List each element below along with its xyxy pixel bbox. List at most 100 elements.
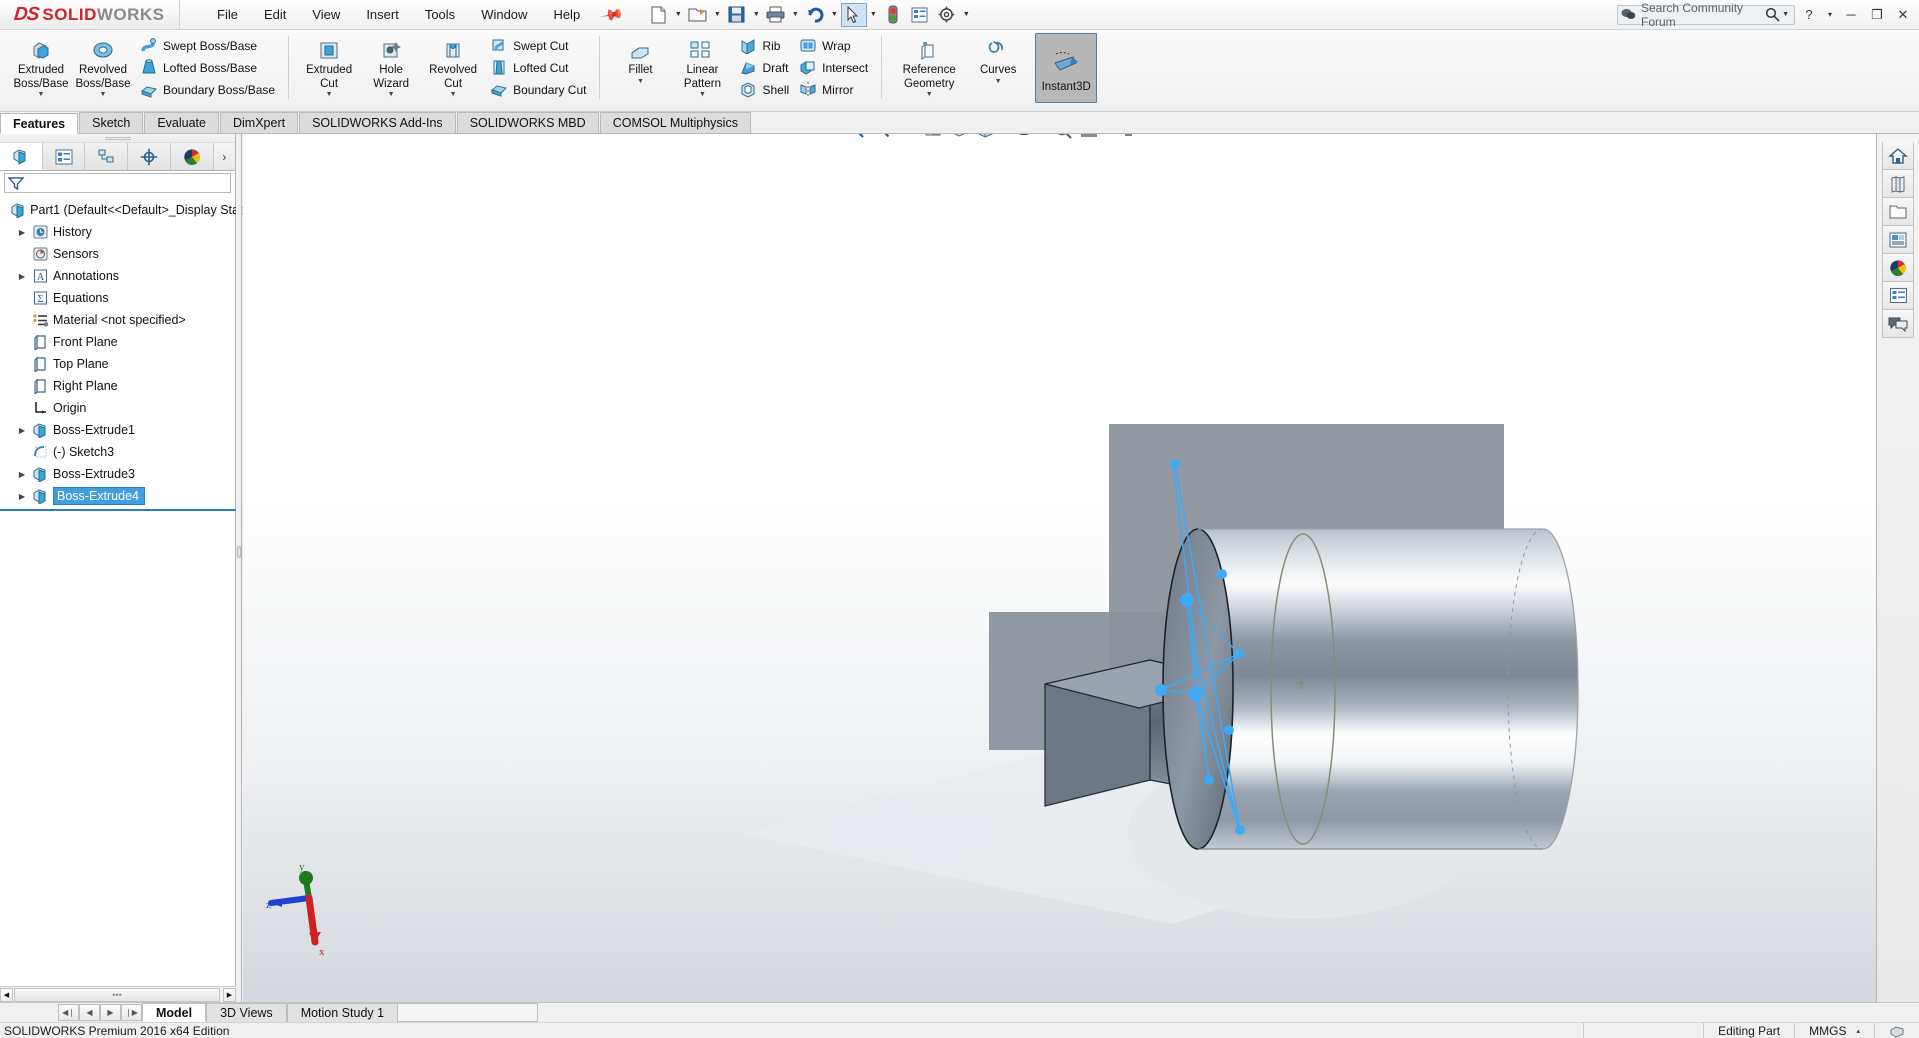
- traffic-light-icon[interactable]: [880, 3, 906, 27]
- tree-item-origin[interactable]: ▶ Origin: [0, 397, 235, 419]
- panel-splitter[interactable]: [236, 134, 242, 1002]
- tab-sketch[interactable]: Sketch: [79, 112, 144, 133]
- hide-show-eye-icon[interactable]: [1012, 134, 1036, 141]
- zoom-fit-icon[interactable]: [843, 134, 867, 141]
- restore-icon[interactable]: ❐: [1865, 4, 1889, 26]
- prev-tab-button[interactable]: ◀: [79, 1004, 100, 1021]
- next-tab-button[interactable]: ▶: [100, 1004, 121, 1021]
- expand-arrow[interactable]: ▶: [14, 272, 30, 281]
- undo-caret[interactable]: ▼: [829, 3, 840, 27]
- reference-geometry-button[interactable]: Reference Geometry: [891, 33, 967, 90]
- feature-tree-hscrollbar[interactable]: ◀ ••• ▶: [0, 986, 236, 1002]
- menu-item-window[interactable]: Window: [468, 3, 540, 26]
- options-caret[interactable]: ▼: [961, 3, 972, 27]
- fillet-caret[interactable]: ▼: [609, 78, 671, 85]
- menu-item-view[interactable]: View: [299, 3, 353, 26]
- open-folder-icon[interactable]: [685, 3, 711, 27]
- tree-item-sketch3[interactable]: ▶ (-) Sketch3: [0, 441, 235, 463]
- rollback-bar[interactable]: [0, 509, 236, 511]
- select-caret[interactable]: ▼: [868, 3, 879, 27]
- curves-button[interactable]: Curves: [967, 33, 1029, 77]
- tree-item-front-plane[interactable]: ▶ Front Plane: [0, 331, 235, 353]
- cursor-arrow-icon[interactable]: [840, 2, 867, 27]
- appearance-brush-icon[interactable]: [1051, 134, 1075, 141]
- configuration-manager-tab[interactable]: [85, 143, 129, 170]
- menu-item-insert[interactable]: Insert: [353, 3, 412, 26]
- view-orientation-icon[interactable]: [947, 134, 971, 141]
- tree-item-part1[interactable]: ▶ Part1 (Default<<Default>_Display State: [0, 199, 249, 221]
- search-input[interactable]: Search Community Forum: [1641, 1, 1765, 29]
- bottom-tab-motion-study-1[interactable]: Motion Study 1: [286, 1003, 399, 1022]
- tree-item-sensors[interactable]: ▶ Sensors: [0, 243, 235, 265]
- lofted-boss-base-button[interactable]: Lofted Boss/Base: [134, 57, 279, 78]
- lofted-cut-button[interactable]: Lofted Cut: [484, 57, 590, 78]
- reference-geometry-caret[interactable]: ▼: [891, 91, 967, 98]
- extruded-boss-base-button[interactable]: Extruded Boss/Base: [10, 33, 72, 90]
- task-pane-resources[interactable]: [1882, 142, 1914, 170]
- view-settings-caret[interactable]: ▼: [1142, 134, 1153, 141]
- rib-button[interactable]: Rib: [733, 35, 793, 56]
- swept-cut-button[interactable]: Swept Cut: [484, 35, 590, 56]
- task-pane-appearances[interactable]: [1882, 254, 1914, 282]
- tab-comsol-multiphysics[interactable]: COMSOL Multiphysics: [599, 112, 751, 133]
- hole-wizard-caret[interactable]: ▼: [360, 91, 422, 98]
- wrap-button[interactable]: Wrap: [793, 35, 872, 56]
- tab-solidworks-mbd[interactable]: SOLIDWORKS MBD: [456, 112, 599, 133]
- draft-button[interactable]: Draft: [733, 57, 793, 78]
- tab-features[interactable]: Features: [0, 113, 79, 134]
- search-dropdown-caret[interactable]: ▼: [1782, 11, 1789, 18]
- menu-item-file[interactable]: File: [204, 3, 251, 26]
- printer-icon[interactable]: [763, 3, 789, 27]
- help-button[interactable]: ?: [1797, 4, 1821, 26]
- scroll-right-icon[interactable]: ▶: [223, 987, 236, 1002]
- new-file-caret[interactable]: ▼: [673, 3, 684, 27]
- gear-icon[interactable]: [934, 3, 960, 27]
- mirror-button[interactable]: Mirror: [793, 79, 872, 100]
- graphics-viewport[interactable]: ▼ ▼ ▼ ▼ ❑ ─ ❐ ✕: [243, 134, 1876, 1002]
- hide-show-caret[interactable]: ▼: [1038, 134, 1049, 141]
- expand-arrow[interactable]: ▶: [14, 426, 30, 435]
- help-caret-icon[interactable]: ▾: [1823, 4, 1837, 26]
- expand-arrow[interactable]: ▶: [14, 470, 30, 479]
- revolved-boss-caret[interactable]: ▼: [72, 91, 134, 98]
- tree-item-right-plane[interactable]: ▶ Right Plane: [0, 375, 235, 397]
- search-community-forum[interactable]: Search Community Forum ▼: [1617, 1, 1795, 29]
- instant3d-button[interactable]: Instant3D: [1035, 33, 1098, 103]
- scene-icon[interactable]: [1077, 134, 1101, 141]
- monitor-icon[interactable]: [1116, 134, 1140, 141]
- bottom-tab-model[interactable]: Model: [142, 1003, 207, 1022]
- tree-item-equations[interactable]: ▶ Σ Equations: [0, 287, 235, 309]
- panel-grip[interactable]: [0, 134, 235, 143]
- scroll-thumb[interactable]: •••: [14, 987, 220, 1002]
- tab-evaluate[interactable]: Evaluate: [144, 112, 219, 133]
- menu-item-edit[interactable]: Edit: [251, 3, 299, 26]
- task-pane-custom-properties[interactable]: [1882, 282, 1914, 310]
- boundary-cut-button[interactable]: Boundary Cut: [484, 79, 590, 100]
- revolved-cut-button[interactable]: Revolved Cut: [422, 33, 484, 90]
- linear-pattern-button[interactable]: Linear Pattern: [671, 33, 733, 90]
- extruded-cut-caret[interactable]: ▼: [298, 91, 360, 98]
- display-manager-tab[interactable]: [170, 143, 214, 170]
- open-folder-caret[interactable]: ▼: [712, 3, 723, 27]
- linear-pattern-caret[interactable]: ▼: [671, 91, 733, 98]
- tree-item-history[interactable]: ▶ History: [0, 221, 235, 243]
- menu-item-tools[interactable]: Tools: [412, 3, 468, 26]
- tree-item-boss-extrude3[interactable]: ▶ Boss-Extrude3: [0, 463, 235, 485]
- revolved-cut-caret[interactable]: ▼: [422, 91, 484, 98]
- expand-arrow[interactable]: ▶: [14, 492, 30, 501]
- revolved-boss-base-button[interactable]: Revolved Boss/Base: [72, 33, 134, 90]
- boundary-boss-base-button[interactable]: Boundary Boss/Base: [134, 79, 279, 100]
- section-view-icon[interactable]: [921, 134, 945, 141]
- task-pane-forum[interactable]: [1882, 310, 1914, 338]
- zoom-area-icon[interactable]: [869, 134, 893, 141]
- curves-caret[interactable]: ▼: [967, 78, 1029, 85]
- printer-caret[interactable]: ▼: [790, 3, 801, 27]
- display-style-cube-icon[interactable]: [973, 134, 997, 141]
- expand-arrow[interactable]: ▶: [14, 228, 30, 237]
- tree-item-boss-extrude1[interactable]: ▶ Boss-Extrude1: [0, 419, 235, 441]
- tree-item-top-plane[interactable]: ▶ Top Plane: [0, 353, 235, 375]
- tree-item-boss-extrude4[interactable]: ▶ Boss-Extrude4: [0, 485, 235, 507]
- dimxpert-manager-tab[interactable]: [128, 143, 171, 170]
- task-pane-view-palette[interactable]: [1882, 226, 1914, 254]
- status-overlay[interactable]: [1874, 1023, 1919, 1038]
